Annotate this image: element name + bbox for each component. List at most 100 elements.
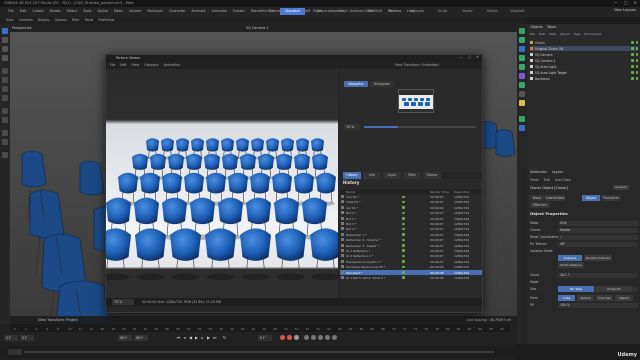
navigator-zoom-slider[interactable] xyxy=(364,126,476,128)
object-flags[interactable] xyxy=(631,71,638,74)
menu-item[interactable]: Modes xyxy=(50,9,61,13)
object-row[interactable]: SQ Camera xyxy=(530,52,638,57)
prev-frame-icon[interactable]: ◀ xyxy=(188,335,193,340)
axis-icon[interactable] xyxy=(2,117,8,123)
close-button[interactable]: ✕ xyxy=(634,0,637,5)
property-value[interactable]: Grid xyxy=(558,220,638,226)
attributes-menu-item[interactable]: Edit xyxy=(544,178,550,182)
menu-item[interactable]: File xyxy=(8,9,14,13)
pv-maximize-button[interactable]: ▢ xyxy=(468,55,471,59)
menu-item[interactable]: Volume xyxy=(129,9,142,13)
history-row[interactable]: Bot 2 * 00:00:07 1280x720 xyxy=(340,216,482,221)
camera-icon[interactable] xyxy=(519,91,525,97)
layers-tab[interactable]: Layers xyxy=(552,170,563,174)
layout-tab[interactable]: Paint xyxy=(380,8,405,15)
attributes-menu-item[interactable]: User Data xyxy=(555,178,571,182)
pv-tab-history[interactable]: History xyxy=(343,172,361,179)
menu-item[interactable]: Edit xyxy=(20,9,27,13)
next-frame-icon[interactable]: ▸ xyxy=(200,335,205,340)
property-value[interactable]: 18 1 7 xyxy=(558,272,638,278)
render-dot[interactable] xyxy=(635,41,638,44)
column-header[interactable]: Resolution xyxy=(454,190,478,194)
goto-start-icon[interactable]: ⏮ xyxy=(176,335,181,340)
select-tool-icon[interactable] xyxy=(2,28,8,34)
pv-menu-item[interactable]: Edit xyxy=(120,63,126,67)
visibility-dot[interactable] xyxy=(631,53,634,56)
viewport-menu-item[interactable]: View xyxy=(6,18,14,22)
timeline-scrubber[interactable] xyxy=(24,351,494,353)
layout-tab[interactable]: Standard xyxy=(280,8,305,15)
scale-tool-icon[interactable] xyxy=(2,46,8,52)
status-zoom[interactable]: 70 % xyxy=(112,299,134,305)
option-chip[interactable]: Object xyxy=(615,295,633,301)
menu-item[interactable]: Tools xyxy=(83,9,91,13)
visibility-dot[interactable] xyxy=(631,59,634,62)
objects-menu-item[interactable]: Object xyxy=(560,32,570,36)
cloner-icon[interactable] xyxy=(519,37,525,43)
column-header[interactable]: Name xyxy=(344,190,402,194)
deformer-icon[interactable] xyxy=(519,73,525,79)
menu-item[interactable]: Mesh xyxy=(114,9,123,13)
history-row[interactable]: rms 01 * 00:00:07 1280x720 xyxy=(340,194,482,199)
history-row[interactable]: mike 01 * 00:00:07 1280x720 xyxy=(340,200,482,205)
property-value[interactable]: ✓ xyxy=(558,234,638,240)
object-flags[interactable] xyxy=(631,47,638,50)
menu-item[interactable]: Spline xyxy=(97,9,107,13)
keyframe-selection-icon[interactable] xyxy=(294,335,299,340)
pv-tab-filter[interactable]: Filter xyxy=(403,172,421,179)
effector-icon[interactable] xyxy=(519,125,525,131)
move-tool-icon[interactable] xyxy=(2,37,8,43)
loop-icon[interactable]: ↻ xyxy=(222,335,227,340)
viewport-menu-item[interactable]: Display xyxy=(38,18,50,22)
environment-icon[interactable] xyxy=(519,82,525,88)
goto-end-icon[interactable]: ⏭ xyxy=(212,335,217,340)
layout-tab[interactable]: Visualize xyxy=(505,8,530,15)
visibility-dot[interactable] xyxy=(631,41,634,44)
menu-item[interactable]: Character xyxy=(169,9,186,13)
pv-menu-item[interactable]: Compare xyxy=(144,63,158,67)
history-row[interactable]: GI 2 Reflection 2 * 00:00:07 1280x720 xyxy=(340,254,482,259)
position-key-icon[interactable] xyxy=(304,335,309,340)
object-row[interactable]: SQ Camera 1 xyxy=(530,58,638,63)
object-row[interactable]: Chairs xyxy=(530,40,638,45)
pv-tab-layer[interactable]: Layer xyxy=(383,172,401,179)
pv-menu-item[interactable]: File xyxy=(110,63,115,67)
menu-item[interactable]: Simulate xyxy=(212,9,227,13)
preview-start-field[interactable]: 0 F xyxy=(20,335,34,341)
object-flags[interactable] xyxy=(631,59,638,62)
attr-tab-object[interactable]: Object xyxy=(582,195,600,201)
polygons-mode-icon[interactable] xyxy=(2,95,8,101)
viewport-menu-item[interactable]: Filter xyxy=(72,18,80,22)
maximize-button[interactable]: ▢ xyxy=(624,0,628,5)
visibility-dot[interactable] xyxy=(631,65,634,68)
object-row[interactable]: SQ Area Light Target xyxy=(530,70,638,75)
picture-viewer-titlebar[interactable]: Picture Viewer — ▢ ✕ xyxy=(106,55,482,62)
layout-tab[interactable]: Startup xyxy=(255,8,280,15)
objects-tab[interactable]: Objects xyxy=(530,25,543,29)
layout-tab[interactable]: Motion xyxy=(480,8,505,15)
option-chip[interactable]: Instance xyxy=(558,255,582,261)
prev-key-icon[interactable]: ◂ xyxy=(182,335,187,340)
option-chip[interactable]: Endpoint xyxy=(596,286,632,292)
attr-tab-basic[interactable]: Basic xyxy=(530,195,544,201)
menu-item[interactable]: MoGraph xyxy=(147,9,162,13)
object-row[interactable]: SQ Area Light xyxy=(530,64,638,69)
layout-tab[interactable]: Animate xyxy=(405,8,430,15)
end-frame-field[interactable]: 90 F xyxy=(134,335,148,341)
layout-tab[interactable]: Nodes xyxy=(455,8,480,15)
pv-tab-info[interactable]: Info xyxy=(363,172,381,179)
light-icon[interactable] xyxy=(519,100,525,106)
attr-tab-transform[interactable]: Transform xyxy=(601,195,621,201)
record-keys-icon[interactable] xyxy=(280,335,285,340)
attributes-menu-item[interactable]: Mode xyxy=(530,178,539,182)
navigator-thumbnail[interactable] xyxy=(398,89,434,113)
attributes-tab[interactable]: Attributes xyxy=(530,170,547,174)
footer-frame-field[interactable] xyxy=(8,349,22,355)
property-value[interactable]: Iterate xyxy=(558,227,638,233)
option-chip[interactable]: Cylinder xyxy=(596,295,613,301)
history-row[interactable]: Refraction 3 - Depth * 00:00:07 1280x720 xyxy=(340,243,482,248)
viewport-menu-item[interactable]: Options xyxy=(55,18,67,22)
rotate-tool-icon[interactable] xyxy=(2,55,8,61)
viewport-menu-item[interactable]: Cameras xyxy=(19,18,33,22)
menu-item[interactable]: Animate xyxy=(192,9,206,13)
